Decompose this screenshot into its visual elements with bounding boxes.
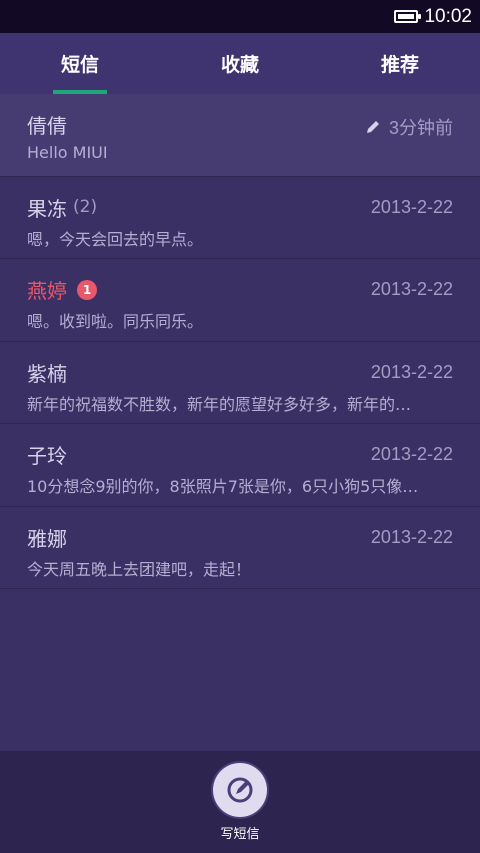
conversation-row[interactable]: 紫楠 2013-2-22 新年的祝福数不胜数，新年的愿望好多好多，新年的… bbox=[0, 342, 480, 424]
contact-name: 倩倩 bbox=[27, 110, 67, 139]
compose-label: 写短信 bbox=[220, 827, 260, 842]
message-preview: 嗯，今天会回去的早点。 bbox=[27, 229, 204, 249]
message-time: 2013-2-22 bbox=[370, 526, 453, 547]
tab-sms[interactable]: 短信 bbox=[0, 33, 160, 94]
message-preview: 新年的祝福数不胜数，新年的愿望好多好多，新年的… bbox=[27, 394, 412, 414]
contact-name-text: 雅娜 bbox=[27, 526, 67, 551]
tab-label: 推荐 bbox=[380, 54, 419, 76]
message-time: 3分钟前 bbox=[365, 114, 453, 140]
message-time: 2013-2-22 bbox=[370, 196, 453, 217]
conversation-row[interactable]: 倩倩 3分钟前 Hello MIUI bbox=[0, 94, 480, 177]
message-time: 2013-2-22 bbox=[370, 279, 453, 299]
contact-name: 子玲 bbox=[27, 440, 67, 469]
message-time: 2013-2-22 bbox=[370, 444, 453, 464]
message-preview: 今天周五晚上去团建吧，走起！ bbox=[27, 559, 252, 579]
pencil-icon bbox=[366, 121, 379, 133]
tab-label: 短信 bbox=[60, 54, 99, 76]
conversation-list: 倩倩 3分钟前 Hello MIUI 果冻 (2) 2013-2-22 嗯，今天… bbox=[0, 94, 480, 751]
tab-label: 收藏 bbox=[220, 54, 259, 76]
contact-name: 果冻 (2) bbox=[27, 193, 97, 222]
battery-icon bbox=[394, 10, 422, 23]
message-time-text: 3分钟前 bbox=[388, 118, 453, 138]
compose-icon bbox=[227, 777, 253, 803]
conversation-row[interactable]: 燕婷 1 2013-2-22 嗯。收到啦。同乐同乐。 bbox=[0, 259, 480, 342]
contact-name-text: 倩倩 bbox=[27, 114, 67, 138]
conversation-row[interactable]: 子玲 2013-2-22 10分想念9别的你，8张照片7张是你，6只小狗5只像… bbox=[0, 424, 480, 507]
compose-button[interactable] bbox=[213, 763, 267, 817]
status-bar: 10:02 bbox=[0, 0, 480, 33]
contact-name: 雅娜 bbox=[27, 523, 67, 552]
message-preview: Hello MIUI bbox=[27, 143, 108, 162]
message-preview: 10分想念9别的你，8张照片7张是你，6只小狗5只像… bbox=[27, 477, 419, 496]
contact-name: 紫楠 bbox=[27, 358, 67, 387]
unread-badge: 1 bbox=[77, 279, 97, 300]
tab-bar: 短信 收藏 推荐 bbox=[0, 33, 480, 94]
message-preview: 嗯。收到啦。同乐同乐。 bbox=[27, 312, 204, 331]
status-clock: 10:02 bbox=[424, 5, 472, 27]
contact-name: 燕婷 1 bbox=[27, 275, 97, 304]
contact-name-text: 紫楠 bbox=[27, 361, 67, 386]
contact-name-text: 果冻 bbox=[27, 196, 67, 221]
contact-name-text: 子玲 bbox=[27, 444, 67, 468]
contact-name-text: 燕婷 bbox=[27, 279, 67, 303]
message-time: 2013-2-22 bbox=[370, 361, 453, 382]
bottom-bar: 写短信 bbox=[0, 751, 480, 853]
conversation-row[interactable]: 果冻 (2) 2013-2-22 嗯，今天会回去的早点。 bbox=[0, 177, 480, 259]
tab-favorites[interactable]: 收藏 bbox=[160, 33, 320, 94]
message-count: (2) bbox=[73, 197, 98, 217]
tab-recommended[interactable]: 推荐 bbox=[320, 33, 480, 94]
conversation-row[interactable]: 雅娜 2013-2-22 今天周五晚上去团建吧，走起！ bbox=[0, 507, 480, 589]
